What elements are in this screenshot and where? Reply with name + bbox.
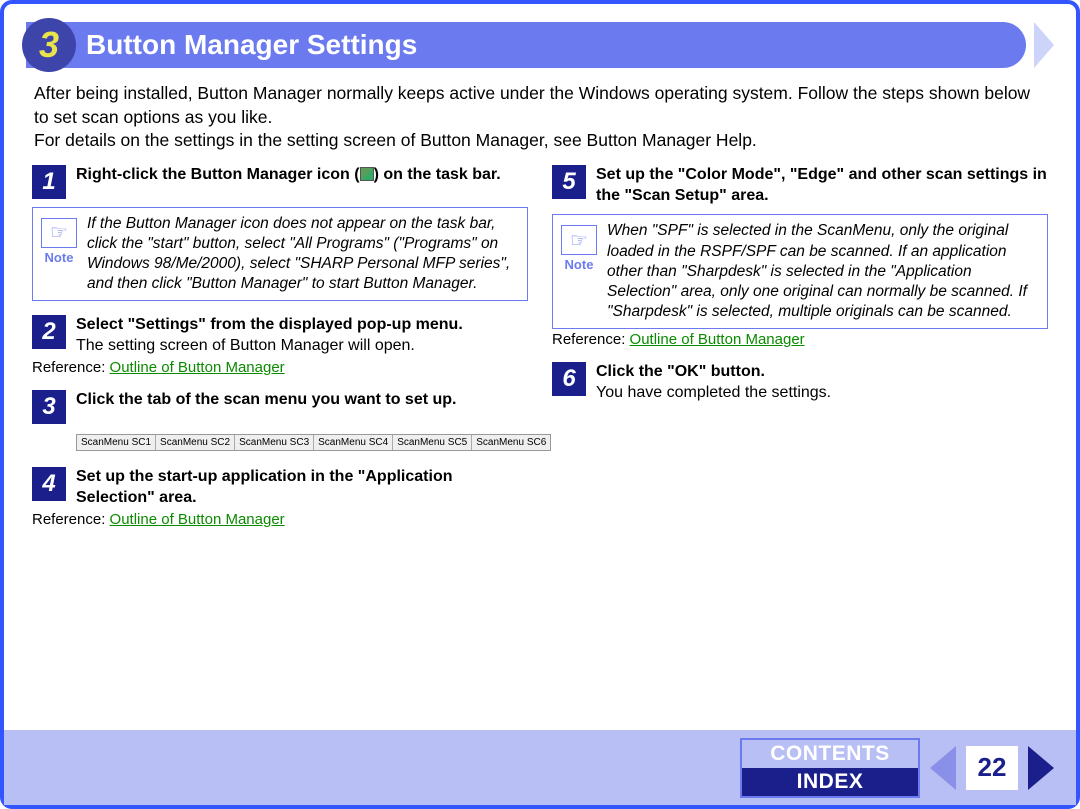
index-button[interactable]: INDEX	[742, 768, 918, 796]
note-label: Note	[45, 250, 74, 265]
step-3: 3 Click the tab of the scan menu you wan…	[32, 390, 528, 451]
step-4: 4 Set up the start-up application in the…	[32, 467, 528, 528]
step-6: 6 Click the "OK" button. You have comple…	[552, 362, 1048, 404]
title-bar: 3 Button Manager Settings	[26, 22, 1026, 68]
page-title: Button Manager Settings	[86, 29, 417, 61]
reference-link[interactable]: Outline of Button Manager	[110, 359, 285, 376]
tab: ScanMenu SC1	[77, 435, 156, 450]
chapter-number-badge: 3	[22, 18, 76, 72]
step-title: Right-click the Button Manager icon ( ) o…	[76, 166, 501, 183]
note-label: Note	[565, 257, 594, 272]
reference-line: Reference: Outline of Button Manager	[32, 511, 528, 528]
note-text: When "SPF" is selected in the ScanMenu, …	[607, 221, 1039, 322]
reference-line: Reference: Outline of Button Manager	[552, 331, 1048, 348]
step-number: 2	[32, 315, 66, 349]
step-title-text-pre: Right-click the Button Manager icon (	[76, 166, 360, 183]
step-1: 1 Right-click the Button Manager icon ()…	[32, 165, 528, 302]
page-number: 22	[966, 746, 1018, 790]
step-number: 4	[32, 467, 66, 501]
next-page-icon[interactable]	[1028, 746, 1054, 790]
step-5: 5 Set up the "Color Mode", "Edge" and ot…	[552, 165, 1048, 348]
contents-button[interactable]: CONTENTS	[742, 740, 918, 768]
tab: ScanMenu SC6	[472, 435, 550, 450]
pointing-hand-icon: ☞	[41, 218, 77, 248]
contents-index-box: CONTENTS INDEX	[740, 738, 920, 798]
steps-columns: 1 Right-click the Button Manager icon ()…	[4, 165, 1076, 542]
note-box: ☞ Note When "SPF" is selected in the Sca…	[552, 214, 1048, 329]
left-column: 1 Right-click the Button Manager icon ()…	[32, 165, 528, 542]
tab: ScanMenu SC4	[314, 435, 393, 450]
page-header: 3 Button Manager Settings	[26, 22, 1054, 68]
step-title: Select "Settings" from the displayed pop…	[76, 316, 463, 333]
step-number: 6	[552, 362, 586, 396]
tab: ScanMenu SC3	[235, 435, 314, 450]
step-title-text-post: ) on the task bar.	[374, 166, 501, 183]
intro-text: After being installed, Button Manager no…	[4, 78, 1076, 165]
step-title: Set up the start-up application in the "…	[76, 468, 452, 506]
step-title: Click the "OK" button.	[596, 363, 765, 380]
tab: ScanMenu SC5	[393, 435, 472, 450]
button-manager-icon	[360, 167, 374, 181]
note-text: If the Button Manager icon does not appe…	[87, 214, 519, 295]
reference-label: Reference:	[552, 331, 625, 348]
tab: ScanMenu SC2	[156, 435, 235, 450]
pointing-hand-icon: ☞	[561, 225, 597, 255]
scan-menu-tabs: ScanMenu SC1 ScanMenu SC2 ScanMenu SC3 S…	[76, 434, 551, 451]
reference-link[interactable]: Outline of Button Manager	[110, 511, 285, 528]
note-box: ☞ Note If the Button Manager icon does n…	[32, 207, 528, 302]
prev-page-icon[interactable]	[930, 746, 956, 790]
reference-link[interactable]: Outline of Button Manager	[630, 331, 805, 348]
next-section-icon[interactable]	[1034, 22, 1054, 68]
step-subtext: The setting screen of Button Manager wil…	[76, 337, 415, 354]
reference-label: Reference:	[32, 511, 105, 528]
right-column: 5 Set up the "Color Mode", "Edge" and ot…	[552, 165, 1048, 542]
step-subtext: You have completed the settings.	[596, 384, 831, 401]
step-title: Click the tab of the scan menu you want …	[76, 391, 457, 408]
footer-bar: CONTENTS INDEX 22	[4, 730, 1076, 805]
reference-label: Reference:	[32, 359, 105, 376]
step-number: 1	[32, 165, 66, 199]
reference-line: Reference: Outline of Button Manager	[32, 359, 528, 376]
step-title: Set up the "Color Mode", "Edge" and othe…	[596, 166, 1047, 204]
step-2: 2 Select "Settings" from the displayed p…	[32, 315, 528, 376]
step-number: 3	[32, 390, 66, 424]
step-number: 5	[552, 165, 586, 199]
